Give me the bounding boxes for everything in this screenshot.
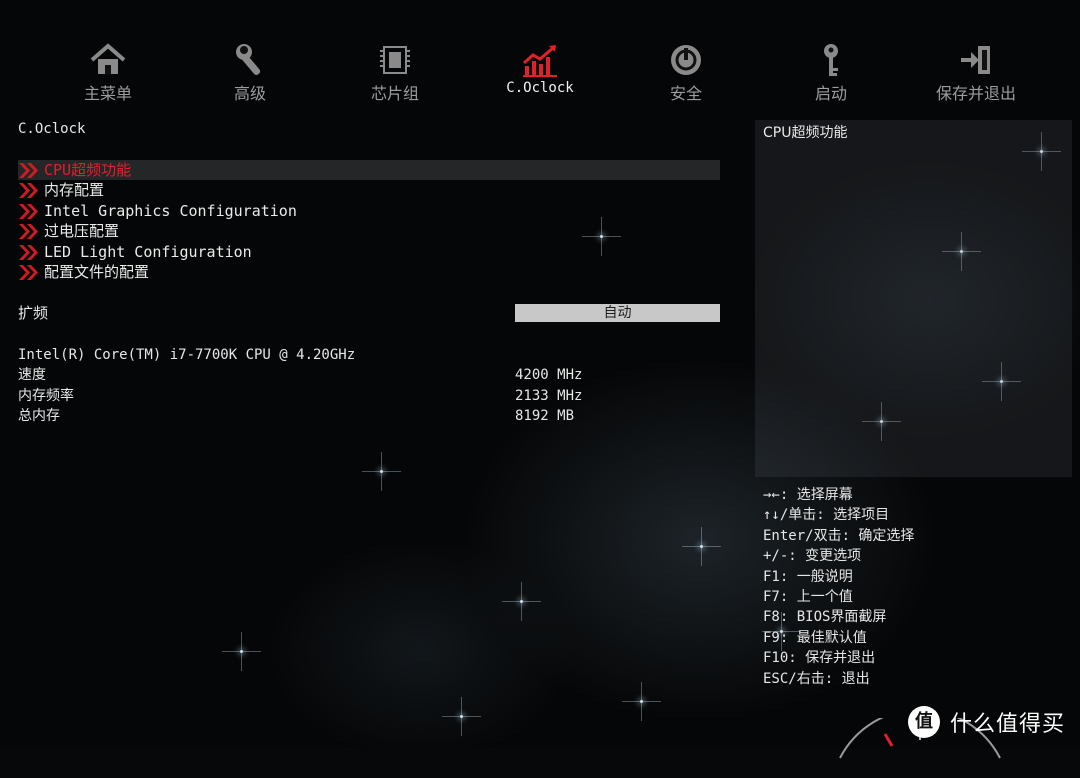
key-hint: F1: 一般说明 bbox=[763, 568, 853, 585]
info-label: 速度 bbox=[18, 367, 46, 384]
key-hint: F8: BIOS界面截屏 bbox=[763, 609, 887, 626]
menu-item-label: 内存配置 bbox=[44, 181, 105, 200]
spread-spectrum-label: 扩频 bbox=[18, 304, 49, 322]
info-row-total-memory: 总内存 8192 MB bbox=[18, 406, 618, 426]
chevron-right-icon bbox=[19, 224, 38, 240]
chevron-right-icon bbox=[19, 163, 38, 178]
info-label: 内存频率 bbox=[18, 387, 74, 404]
chip-icon bbox=[380, 46, 410, 74]
menu-item-cpu-overclock[interactable]: CPU超频功能 bbox=[18, 160, 720, 181]
power-shield-icon bbox=[671, 45, 701, 75]
info-value: 8192 MB bbox=[515, 408, 575, 425]
info-value: 4200 MHz bbox=[515, 367, 583, 384]
key-hint: F7: 上一个值 bbox=[763, 588, 853, 605]
key-hint: ESC/右击: 退出 bbox=[763, 670, 870, 687]
spread-spectrum-select[interactable]: 自动 bbox=[515, 304, 720, 322]
menu-item-label: LED Light Configuration bbox=[44, 242, 252, 261]
key-hint: F9: 最佳默认值 bbox=[763, 629, 867, 646]
page-title: C.Oclock bbox=[18, 121, 86, 137]
home-icon bbox=[90, 43, 126, 74]
chevron-right-icon bbox=[19, 244, 38, 260]
chevron-right-icon bbox=[19, 203, 38, 219]
watermark-logo: 值 bbox=[908, 706, 940, 738]
tab-label: 高级 bbox=[233, 84, 266, 103]
menu-item-label: 配置文件的配置 bbox=[44, 262, 150, 281]
tab-label: C.Oclock bbox=[506, 80, 574, 96]
tab-label: 安全 bbox=[669, 84, 702, 103]
exit-icon bbox=[961, 46, 990, 74]
tab-label: 主菜单 bbox=[83, 84, 132, 103]
tab-chipset[interactable]: 芯片组 bbox=[335, 42, 455, 104]
menu-item-label: CPU超频功能 bbox=[44, 161, 132, 179]
tab-security[interactable]: 安全 bbox=[626, 42, 746, 104]
menu-item-label: 过电压配置 bbox=[44, 222, 120, 241]
info-row-memory-frequency: 内存频率 2133 MHz bbox=[18, 386, 618, 406]
info-value: 2133 MHz bbox=[515, 387, 583, 404]
menu-item-led-light[interactable]: LED Light Configuration bbox=[18, 242, 720, 262]
chevron-right-icon bbox=[19, 264, 38, 280]
chart-icon bbox=[523, 45, 557, 77]
cpu-model: Intel(R) Core(TM) i7-7700K CPU @ 4.20GHz bbox=[18, 347, 356, 363]
site-watermark: 值 什么值得买 bbox=[908, 704, 1065, 740]
key-hint: +/-: 变更选项 bbox=[763, 548, 862, 565]
system-info: Intel(R) Core(TM) i7-7700K CPU @ 4.20GHz… bbox=[18, 345, 618, 427]
key-hint: Enter/双击: 确定选择 bbox=[763, 527, 915, 544]
wrench-icon bbox=[236, 44, 261, 75]
help-title: CPU超频功能 bbox=[763, 125, 848, 141]
key-icon bbox=[824, 44, 838, 76]
menu-item-overvoltage[interactable]: 过电压配置 bbox=[18, 221, 720, 241]
star-glint bbox=[222, 632, 261, 671]
menu-item-profile-config[interactable]: 配置文件的配置 bbox=[18, 262, 720, 282]
star-glint bbox=[682, 527, 721, 566]
top-navigation: 主菜单 高级 芯片组 C.Oclock 安全 启动 保存并退出 bbox=[30, 42, 1050, 104]
menu-item-label: Intel Graphics Configuration bbox=[44, 201, 297, 220]
star-glint bbox=[362, 452, 401, 491]
tab-coclock[interactable]: C.Oclock bbox=[480, 42, 600, 96]
tab-advanced[interactable]: 高级 bbox=[190, 42, 310, 104]
star-glint bbox=[622, 682, 661, 721]
tab-label: 启动 bbox=[814, 84, 847, 103]
info-row-cpu-speed: 速度 4200 MHz bbox=[18, 365, 618, 385]
star-glint bbox=[442, 697, 481, 736]
submenu-list: CPU超频功能 内存配置 Intel Graphics Configuratio… bbox=[18, 160, 720, 282]
key-legend: →←: 选择屏幕 ↑↓/单击: 选择项目 Enter/双击: 确定选择 +/-:… bbox=[763, 485, 1073, 689]
info-label: 总内存 bbox=[18, 408, 60, 425]
menu-item-intel-graphics[interactable]: Intel Graphics Configuration bbox=[18, 201, 720, 221]
key-hint: ↑↓/单击: 选择项目 bbox=[763, 507, 890, 524]
chevron-right-icon bbox=[19, 183, 38, 199]
tab-main[interactable]: 主菜单 bbox=[48, 42, 168, 104]
key-hint: →←: 选择屏幕 bbox=[763, 487, 853, 503]
help-panel: CPU超频功能 bbox=[755, 120, 1072, 477]
tab-boot[interactable]: 启动 bbox=[771, 42, 891, 104]
tab-save-exit[interactable]: 保存并退出 bbox=[916, 42, 1036, 104]
tab-label: 保存并退出 bbox=[935, 84, 1016, 103]
tab-label: 芯片组 bbox=[370, 84, 419, 103]
star-glint bbox=[502, 582, 541, 621]
key-hint: F10: 保存并退出 bbox=[763, 650, 876, 667]
menu-item-memory-config[interactable]: 内存配置 bbox=[18, 180, 720, 200]
watermark-text: 什么值得买 bbox=[950, 712, 1066, 737]
